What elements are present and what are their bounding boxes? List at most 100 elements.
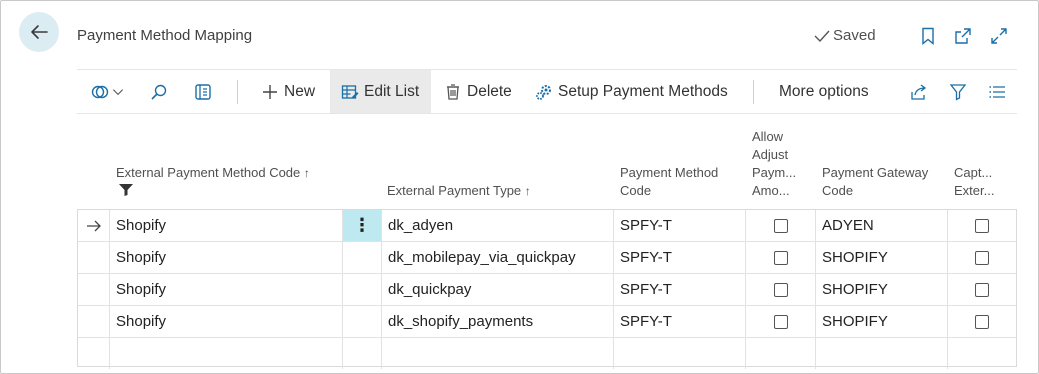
- cell-capture-external: [948, 338, 1016, 369]
- empty-new-row[interactable]: [78, 338, 1016, 370]
- page-title: Payment Method Mapping: [77, 27, 253, 44]
- cell-payment-method-code[interactable]: SPFY-T: [614, 274, 746, 305]
- cell-payment-method-code[interactable]: SPFY-T: [614, 306, 746, 337]
- allow-adjust-checkbox[interactable]: [773, 314, 788, 329]
- cell-external-payment-type[interactable]: dk_mobilepay_via_quickpay: [382, 242, 614, 273]
- cell-allow-adjust: [746, 306, 816, 337]
- new-label: New: [284, 82, 316, 100]
- column-header-payment-method-code[interactable]: Payment Method Code: [620, 164, 718, 200]
- column-header-line: Adjust: [752, 147, 789, 162]
- column-header-label: External Payment Method Code: [116, 165, 301, 180]
- row-menu-button[interactable]: ⋮: [343, 210, 382, 241]
- new-button[interactable]: New: [261, 70, 315, 113]
- cell-payment-gateway-code[interactable]: ADYEN: [816, 210, 948, 241]
- toolbar-divider: [753, 80, 754, 104]
- back-arrow-icon: [31, 25, 48, 39]
- chevron-down-icon: [112, 88, 124, 95]
- cell-allow-adjust: [746, 210, 816, 241]
- bookmark-button[interactable]: [918, 26, 938, 46]
- expand-icon: [991, 28, 1007, 44]
- arrow-right-icon: [86, 220, 101, 231]
- row-indicator: [78, 274, 110, 305]
- delete-button[interactable]: Delete: [444, 70, 512, 113]
- list-icon: [989, 85, 1005, 98]
- open-in-new-window-icon: [955, 28, 971, 44]
- allow-adjust-checkbox[interactable]: [773, 250, 788, 265]
- filter-button[interactable]: [949, 70, 967, 113]
- toolbar-divider: [237, 80, 238, 104]
- cell-payment-method-code[interactable]: SPFY-T: [614, 210, 746, 241]
- cell-payment-method-code[interactable]: SPFY-T: [614, 242, 746, 273]
- share-button[interactable]: [910, 70, 928, 113]
- capture-external-checkbox[interactable]: [975, 314, 989, 329]
- table-row[interactable]: Shopify dk_shopify_payments SPFY-T SHOPI…: [78, 306, 1016, 338]
- table-row[interactable]: Shopify ⋮ dk_adyen SPFY-T ADYEN: [78, 210, 1016, 242]
- cell-capture-external: [948, 242, 1016, 273]
- cell-external-payment-type[interactable]: [382, 338, 614, 369]
- trash-icon: [447, 83, 459, 100]
- setup-payment-methods-button[interactable]: Setup Payment Methods: [535, 70, 728, 113]
- cell-payment-gateway-code[interactable]: SHOPIFY: [816, 274, 948, 305]
- setup-icon: [536, 84, 551, 100]
- cell-capture-external: [948, 306, 1016, 337]
- checkmark-icon: [814, 30, 830, 42]
- plus-icon: [263, 84, 277, 99]
- saved-status: Saved: [814, 27, 876, 44]
- bookmark-icon: [922, 27, 934, 45]
- search-button[interactable]: [150, 70, 168, 113]
- cell-payment-gateway-code[interactable]: [816, 338, 948, 369]
- column-header-allow-adjust-payment-amount[interactable]: Allow Adjust Paym... Amo...: [752, 128, 796, 200]
- allow-adjust-checkbox[interactable]: [773, 282, 788, 297]
- cell-external-payment-type[interactable]: dk_quickpay: [382, 274, 614, 305]
- capture-external-checkbox[interactable]: [975, 282, 989, 297]
- cell-external-payment-method-code[interactable]: Shopify: [110, 210, 343, 241]
- cell-external-payment-method-code[interactable]: Shopify: [110, 306, 343, 337]
- list-view-button[interactable]: [988, 70, 1006, 113]
- open-new-window-button[interactable]: [953, 26, 973, 46]
- column-header-line: Payment Gateway: [822, 165, 929, 180]
- column-header-external-payment-type[interactable]: External Payment Type ↑: [387, 182, 531, 200]
- cell-allow-adjust: [746, 338, 816, 369]
- delete-label: Delete: [467, 82, 512, 100]
- column-header-payment-gateway-code[interactable]: Payment Gateway Code: [822, 164, 928, 200]
- row-indicator: [78, 338, 110, 369]
- capture-external-checkbox[interactable]: [975, 218, 989, 233]
- cell-external-payment-method-code[interactable]: Shopify: [110, 242, 343, 273]
- table-row[interactable]: Shopify dk_quickpay SPFY-T SHOPIFY: [78, 274, 1016, 306]
- edit-list-icon: [341, 84, 359, 99]
- cell-external-payment-type[interactable]: dk_shopify_payments: [382, 306, 614, 337]
- column-header-line: Payment Method: [620, 165, 719, 180]
- row-indicator: [78, 210, 110, 241]
- column-header-line: Paym...: [752, 165, 797, 180]
- column-header-external-payment-method-code[interactable]: External Payment Method Code ↑: [116, 164, 310, 182]
- cell-external-payment-method-code[interactable]: [110, 338, 343, 369]
- capture-external-checkbox[interactable]: [975, 250, 989, 265]
- more-options-button[interactable]: More options: [779, 70, 869, 113]
- cell-payment-gateway-code[interactable]: SHOPIFY: [816, 242, 948, 273]
- filter-pane-button[interactable]: [194, 70, 212, 113]
- allow-adjust-checkbox[interactable]: [773, 218, 788, 233]
- views-button[interactable]: [91, 70, 125, 113]
- filter-icon: [949, 83, 967, 101]
- cell-allow-adjust: [746, 242, 816, 273]
- more-options-label: More options: [779, 82, 869, 100]
- cell-external-payment-type[interactable]: dk_adyen: [382, 210, 614, 241]
- cell-capture-external: [948, 210, 1016, 241]
- column-header-label: External Payment Type: [387, 183, 522, 198]
- cell-payment-method-code[interactable]: [614, 338, 746, 369]
- expand-button[interactable]: [989, 26, 1009, 46]
- row-menu-cell: [343, 242, 382, 273]
- action-toolbar: New Edit List Delete Setup Payment Metho…: [77, 69, 1017, 114]
- back-button[interactable]: [19, 12, 59, 52]
- row-menu-cell: [343, 306, 382, 337]
- edit-list-button[interactable]: Edit List: [330, 70, 431, 113]
- column-header-capture-external[interactable]: Capt... Exter...: [954, 164, 994, 200]
- filter-pane-icon: [195, 83, 211, 100]
- data-grid: Shopify ⋮ dk_adyen SPFY-T ADYEN Shopify …: [77, 209, 1017, 370]
- table-row[interactable]: Shopify dk_mobilepay_via_quickpay SPFY-T…: [78, 242, 1016, 274]
- cell-capture-external: [948, 274, 1016, 305]
- cell-payment-gateway-code[interactable]: SHOPIFY: [816, 306, 948, 337]
- sort-ascending-icon: ↑: [303, 166, 310, 180]
- cell-external-payment-method-code[interactable]: Shopify: [110, 274, 343, 305]
- filter-applied-icon: [119, 184, 133, 196]
